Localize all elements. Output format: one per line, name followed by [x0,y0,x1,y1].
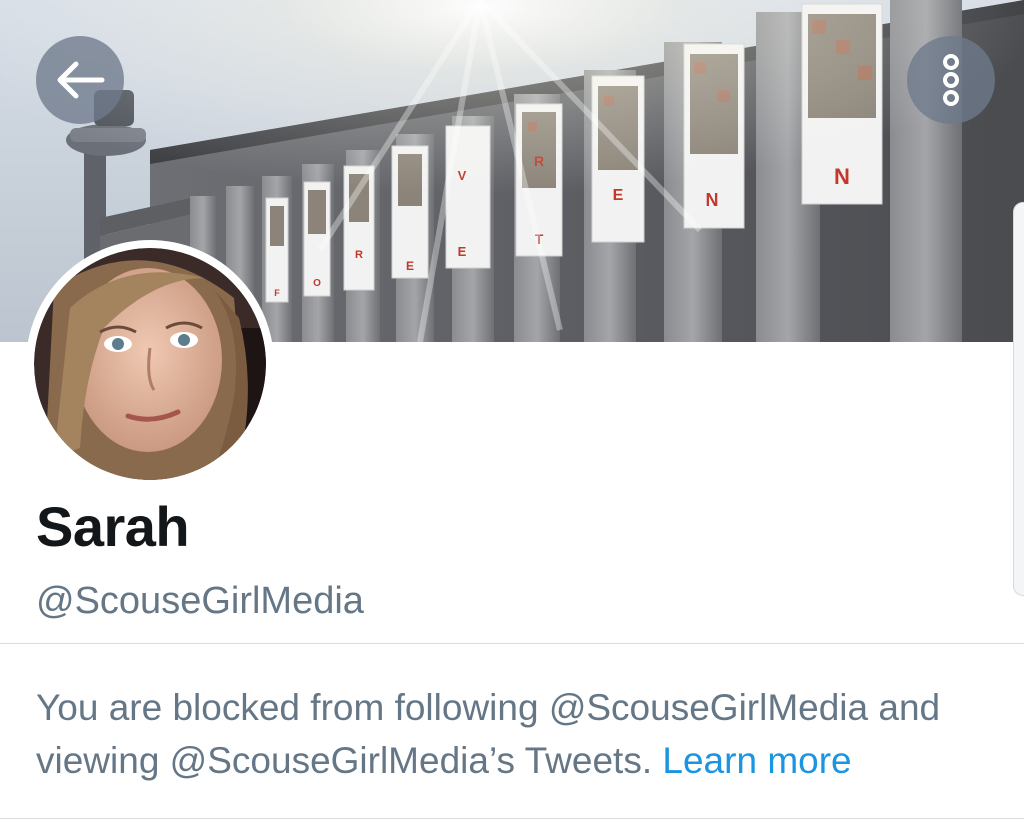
profile-display-name: Sarah [36,495,190,558]
avatar[interactable] [26,240,274,488]
scroll-handle[interactable] [1013,202,1024,596]
divider [0,818,1024,819]
learn-more-link[interactable]: Learn more [662,740,851,781]
more-vertical-icon [943,54,959,106]
arrow-left-icon [57,61,105,99]
blocked-notice: You are blocked from following @ScouseGi… [36,681,1006,787]
profile-handle: @ScouseGirlMedia [36,580,364,622]
divider [0,643,1024,644]
profile-page: FOREVERTENN [0,0,1024,823]
profile-photo [34,248,266,480]
more-options-button[interactable] [907,36,995,124]
back-button[interactable] [36,36,124,124]
